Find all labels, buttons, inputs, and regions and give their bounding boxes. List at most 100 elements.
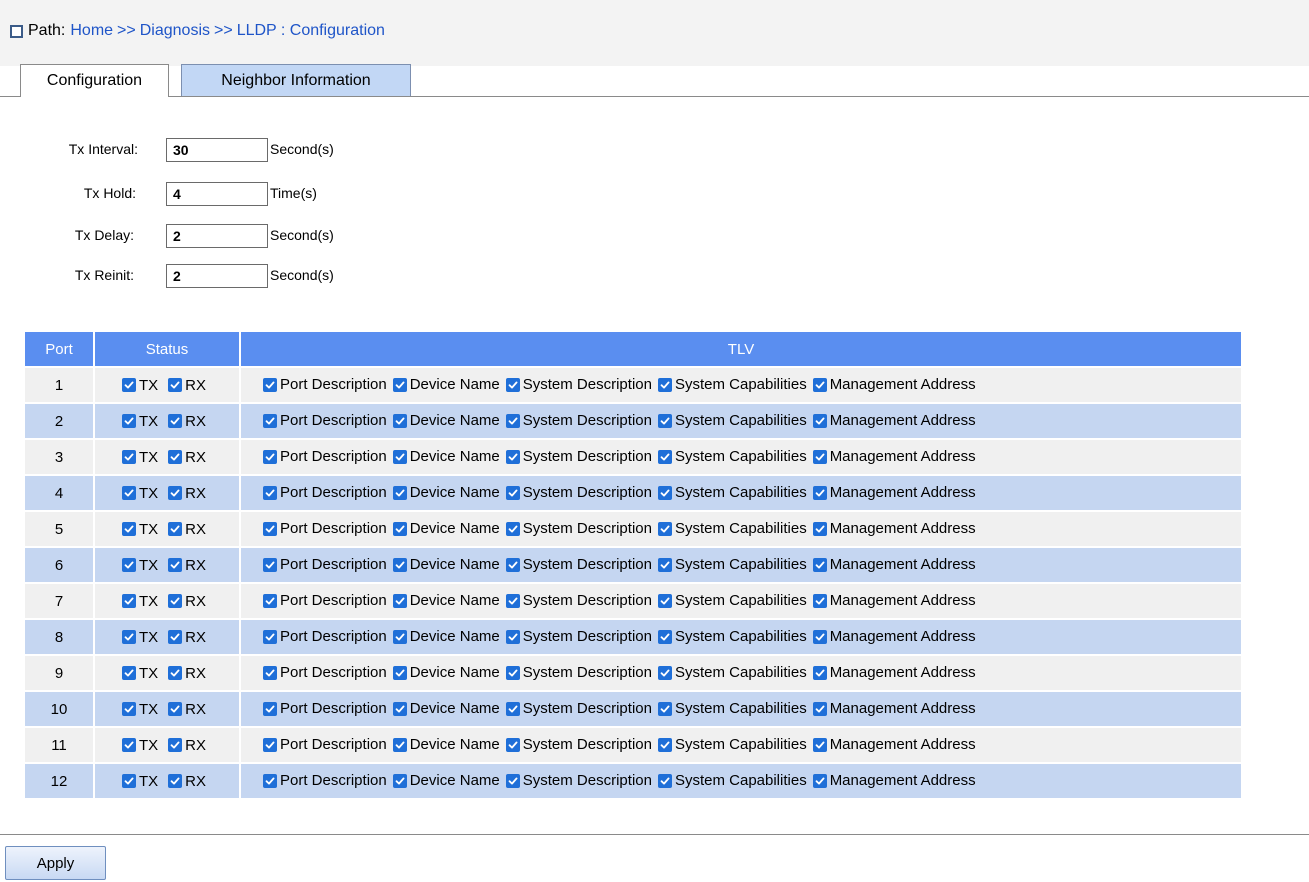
rx-checkbox[interactable] [168,738,183,752]
breadcrumb: Path: Home >> Diagnosis >> LLDP : Config… [10,22,385,40]
tx-checkbox[interactable] [121,558,136,572]
tx-checkbox[interactable] [121,774,136,788]
tx-label: TX [138,592,159,610]
port-description-checkbox[interactable] [263,521,277,536]
system-description-checkbox[interactable] [505,737,520,752]
system-description-checkbox[interactable] [505,377,520,392]
tx-checkbox[interactable] [121,414,136,428]
system-description-checkbox[interactable] [505,413,520,428]
system-capabilities-checkbox[interactable] [657,701,672,716]
tab-configuration[interactable]: Configuration [20,64,169,97]
port-description-checkbox[interactable] [263,413,277,428]
rx-checkbox[interactable] [168,630,183,644]
management-address-checkbox[interactable] [812,593,827,608]
system-capabilities-checkbox[interactable] [657,413,672,428]
system-capabilities-checkbox[interactable] [657,485,672,500]
system-capabilities-checkbox[interactable] [657,593,672,608]
system-description-checkbox[interactable] [505,485,520,500]
device-name-checkbox[interactable] [392,701,407,716]
device-name-checkbox[interactable] [392,665,407,680]
rx-checkbox[interactable] [168,522,183,536]
device-name-checkbox[interactable] [392,413,407,428]
system-capabilities-checkbox[interactable] [657,737,672,752]
rx-checkbox[interactable] [168,486,183,500]
rx-checkbox[interactable] [168,666,183,680]
device-name-checkbox[interactable] [392,593,407,608]
system-capabilities-checkbox[interactable] [657,773,672,788]
port-description-checkbox[interactable] [263,485,277,500]
tx-checkbox[interactable] [121,630,136,644]
device-name-checkbox[interactable] [392,557,407,572]
system-capabilities-checkbox[interactable] [657,449,672,464]
tx-hold-input[interactable] [166,182,268,206]
system-capabilities-checkbox[interactable] [657,377,672,392]
rx-checkbox[interactable] [168,450,183,464]
breadcrumb-lldp-configuration[interactable]: LLDP : Configuration [237,22,385,40]
device-name-checkbox[interactable] [392,449,407,464]
tx-checkbox[interactable] [121,522,136,536]
device-name-checkbox[interactable] [392,485,407,500]
system-description-checkbox[interactable] [505,593,520,608]
tx-checkbox[interactable] [121,738,136,752]
management-address-checkbox[interactable] [812,557,827,572]
breadcrumb-home[interactable]: Home [70,22,113,40]
system-capabilities-checkbox[interactable] [657,629,672,644]
device-name-label: Device Name [409,628,500,646]
management-address-checkbox[interactable] [812,773,827,788]
management-address-checkbox[interactable] [812,701,827,716]
management-address-checkbox[interactable] [812,737,827,752]
management-address-checkbox[interactable] [812,377,827,392]
management-address-checkbox[interactable] [812,665,827,680]
system-description-checkbox[interactable] [505,629,520,644]
rx-checkbox[interactable] [168,594,183,608]
rx-checkbox[interactable] [168,558,183,572]
port-description-checkbox[interactable] [263,701,277,716]
management-address-checkbox[interactable] [812,485,827,500]
system-capabilities-checkbox[interactable] [657,557,672,572]
port-description-checkbox[interactable] [263,593,277,608]
rx-checkbox-group: RX [168,485,206,502]
rx-checkbox[interactable] [168,414,183,428]
system-description-label: System Description [522,736,652,754]
system-description-checkbox[interactable] [505,449,520,464]
system-description-checkbox[interactable] [505,557,520,572]
system-description-checkbox[interactable] [505,773,520,788]
port-description-checkbox[interactable] [263,557,277,572]
apply-button[interactable]: Apply [5,846,106,880]
system-description-checkbox[interactable] [505,665,520,680]
port-description-checkbox[interactable] [263,773,277,788]
tx-checkbox[interactable] [121,666,136,680]
device-name-checkbox[interactable] [392,629,407,644]
device-name-checkbox[interactable] [392,737,407,752]
port-description-checkbox[interactable] [263,737,277,752]
tx-checkbox-group: TX [121,665,158,682]
port-description-checkbox[interactable] [263,377,277,392]
tx-checkbox[interactable] [121,702,136,716]
system-description-checkbox[interactable] [505,521,520,536]
management-address-checkbox[interactable] [812,521,827,536]
system-description-checkbox[interactable] [505,701,520,716]
device-name-checkbox[interactable] [392,377,407,392]
port-description-checkbox[interactable] [263,629,277,644]
tab-neighbor-information[interactable]: Neighbor Information [181,64,411,96]
tx-interval-input[interactable] [166,138,268,162]
tx-checkbox[interactable] [121,378,136,392]
system-capabilities-checkbox[interactable] [657,665,672,680]
management-address-checkbox[interactable] [812,413,827,428]
rx-checkbox[interactable] [168,774,183,788]
management-address-checkbox[interactable] [812,449,827,464]
rx-checkbox[interactable] [168,378,183,392]
tx-checkbox[interactable] [121,450,136,464]
tx-checkbox[interactable] [121,486,136,500]
port-description-checkbox[interactable] [263,449,277,464]
breadcrumb-diagnosis[interactable]: Diagnosis [140,22,210,40]
port-description-checkbox[interactable] [263,665,277,680]
tx-delay-input[interactable] [166,224,268,248]
management-address-checkbox[interactable] [812,629,827,644]
tx-reinit-input[interactable] [166,264,268,288]
tx-checkbox[interactable] [121,594,136,608]
device-name-checkbox[interactable] [392,773,407,788]
system-capabilities-checkbox[interactable] [657,521,672,536]
rx-checkbox[interactable] [168,702,183,716]
device-name-checkbox[interactable] [392,521,407,536]
